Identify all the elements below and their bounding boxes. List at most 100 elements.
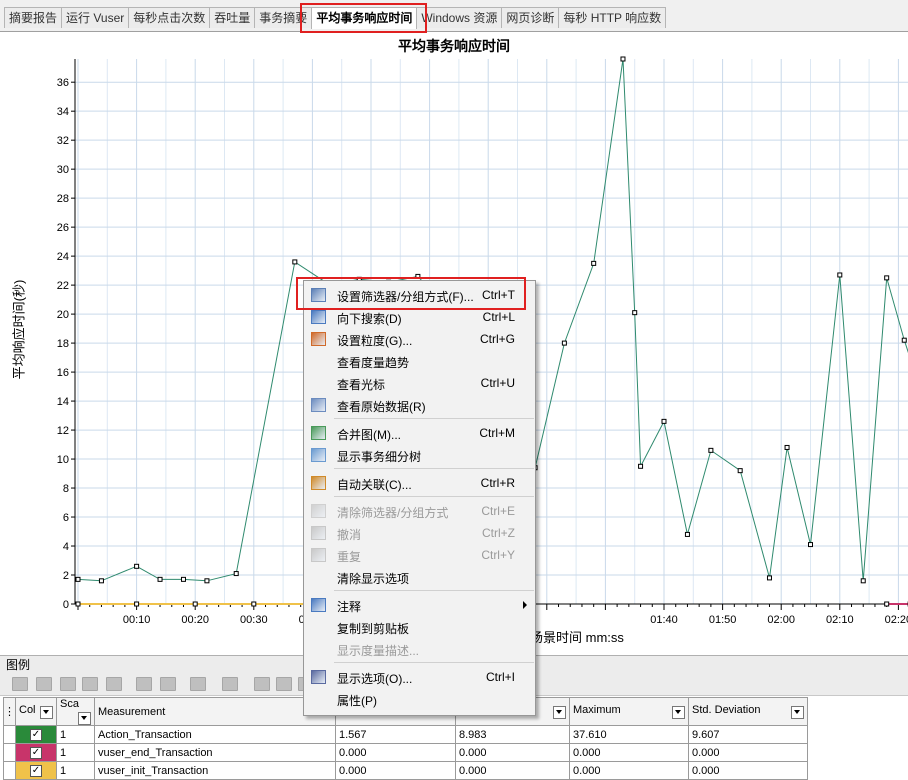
data-point[interactable]	[180, 576, 186, 582]
data-point[interactable]	[808, 542, 813, 548]
legend-toolbar-button-icon[interactable]	[222, 677, 238, 691]
visibility-checkbox[interactable]: ✓	[30, 729, 42, 741]
y-tick-label: 28	[57, 193, 69, 205]
menu-item-16[interactable]: 显示选项(O)... Ctrl+I	[304, 666, 535, 688]
legend-toolbar-button-icon[interactable]	[190, 677, 206, 691]
menu-item-11[interactable]: 重复 Ctrl+Y	[304, 544, 535, 566]
data-point[interactable]	[98, 578, 104, 584]
menu-item-15[interactable]: 显示度量描述...	[304, 638, 535, 660]
row-color-cell[interactable]: ✓	[15, 725, 57, 744]
menu-item-6[interactable]: 合并图(M)... Ctrl+M	[304, 422, 535, 444]
menu-item-12[interactable]: 清除显示选项	[304, 566, 535, 588]
col-maximum-header[interactable]: Maximum	[569, 697, 689, 726]
legend-toolbar-button-icon[interactable]	[254, 677, 270, 691]
visibility-checkbox[interactable]: ✓	[30, 747, 42, 759]
menu-item-10[interactable]: 撤消 Ctrl+Z	[304, 522, 535, 544]
x-axis-label: 场景时间 mm:ss	[530, 630, 624, 645]
menu-item-7[interactable]: 显示事务细分树	[304, 444, 535, 466]
menu-item-3[interactable]: 查看度量趋势	[304, 350, 535, 372]
data-point[interactable]	[708, 447, 714, 453]
comment-icon	[311, 598, 326, 612]
dropdown-icon[interactable]	[40, 706, 53, 719]
data-point[interactable]	[737, 468, 743, 474]
data-point[interactable]	[192, 601, 198, 607]
data-point[interactable]	[204, 578, 210, 584]
row-measurement: vuser_init_Transaction	[94, 761, 336, 780]
row-scale: 1	[56, 743, 95, 762]
menu-item-shortcut: Ctrl+Y	[481, 548, 515, 562]
data-point[interactable]	[75, 576, 81, 582]
menu-item-shortcut: Ctrl+R	[480, 476, 515, 490]
menu-item-label: 清除显示选项	[337, 572, 410, 586]
legend-toolbar-button-icon[interactable]	[276, 677, 292, 691]
data-point[interactable]	[233, 571, 239, 577]
data-point[interactable]	[134, 601, 140, 607]
row-selector[interactable]	[3, 761, 16, 780]
legend-toolbar-button-icon[interactable]	[60, 677, 76, 691]
row-std-deviation: 0.000	[688, 761, 808, 780]
data-point[interactable]	[134, 563, 140, 569]
legend-toolbar-button-icon[interactable]	[106, 677, 122, 691]
y-tick-label: 24	[57, 251, 69, 263]
data-point[interactable]	[638, 463, 644, 469]
menu-item-shortcut: Ctrl+M	[479, 426, 515, 440]
y-tick-label: 6	[63, 512, 69, 524]
y-tick-label: 14	[57, 396, 69, 408]
data-point[interactable]	[75, 601, 81, 607]
data-point[interactable]	[784, 444, 790, 450]
menu-item-label: 设置粒度(G)...	[337, 334, 413, 348]
data-point[interactable]	[766, 575, 772, 581]
data-point[interactable]	[837, 272, 843, 278]
data-point[interactable]	[661, 418, 667, 424]
data-point[interactable]	[561, 340, 567, 346]
data-point[interactable]	[292, 259, 298, 265]
menu-item-13[interactable]: 注释	[304, 594, 535, 616]
data-point[interactable]	[884, 601, 890, 607]
data-point[interactable]	[884, 275, 890, 281]
breakdown-tree-icon	[311, 448, 326, 462]
row-minimum: 1.567	[335, 725, 456, 744]
data-point[interactable]	[157, 576, 163, 582]
row-std-deviation: 0.000	[688, 743, 808, 762]
dropdown-icon[interactable]	[791, 706, 804, 719]
col-measurement-header[interactable]: Measurement	[94, 697, 336, 726]
data-point[interactable]	[860, 578, 866, 584]
row-color-cell[interactable]: ✓	[15, 761, 57, 780]
menu-item-5[interactable]: 查看原始数据(R)	[304, 394, 535, 416]
menu-item-8[interactable]: 自动关联(C)... Ctrl+R	[304, 472, 535, 494]
menu-item-14[interactable]: 复制到剪贴板	[304, 616, 535, 638]
col-std-deviation-header[interactable]: Std. Deviation	[688, 697, 808, 726]
row-average: 8.983	[455, 725, 570, 744]
menu-item-9[interactable]: 清除筛选器/分组方式 Ctrl+E	[304, 500, 535, 522]
dropdown-icon[interactable]	[553, 706, 566, 719]
legend-row[interactable]: ✓ 1 vuser_end_Transaction 0.000 0.000 0.000 0.…	[3, 743, 808, 762]
legend-toolbar-button-icon[interactable]	[82, 677, 98, 691]
row-selector[interactable]	[3, 725, 16, 744]
y-tick-label: 12	[57, 425, 69, 437]
menu-item-2[interactable]: 设置粒度(G)... Ctrl+G	[304, 328, 535, 350]
col-scale-header[interactable]: Sca	[56, 697, 95, 726]
legend-row[interactable]: ✓ 1 vuser_init_Transaction 0.000 0.000 0.000 0…	[3, 761, 808, 780]
row-selector-header[interactable]: ⋮	[3, 697, 16, 726]
dropdown-icon[interactable]	[672, 706, 685, 719]
data-point[interactable]	[684, 531, 690, 537]
data-point[interactable]	[591, 260, 597, 266]
legend-toolbar-button-icon[interactable]	[36, 677, 52, 691]
legend-toolbar-button-icon[interactable]	[160, 677, 176, 691]
menu-item-label: 显示度量描述...	[337, 644, 420, 658]
row-selector[interactable]	[3, 743, 16, 762]
legend-toolbar-button-icon[interactable]	[12, 677, 28, 691]
legend-row[interactable]: ✓ 1 Action_Transaction 1.567 8.983 37.610 9.60…	[3, 725, 808, 744]
menu-item-17[interactable]: 属性(P)	[304, 688, 535, 710]
row-color-cell[interactable]: ✓	[15, 743, 57, 762]
data-point[interactable]	[632, 310, 638, 316]
data-point[interactable]	[620, 56, 626, 62]
data-point[interactable]	[901, 337, 907, 343]
dropdown-icon[interactable]	[78, 712, 91, 725]
y-tick-label: 36	[57, 77, 69, 89]
col-color-header[interactable]: Col	[15, 697, 57, 726]
menu-item-4[interactable]: 查看光标 Ctrl+U	[304, 372, 535, 394]
visibility-checkbox[interactable]: ✓	[30, 765, 42, 777]
legend-toolbar-button-icon[interactable]	[136, 677, 152, 691]
data-point[interactable]	[251, 601, 257, 607]
